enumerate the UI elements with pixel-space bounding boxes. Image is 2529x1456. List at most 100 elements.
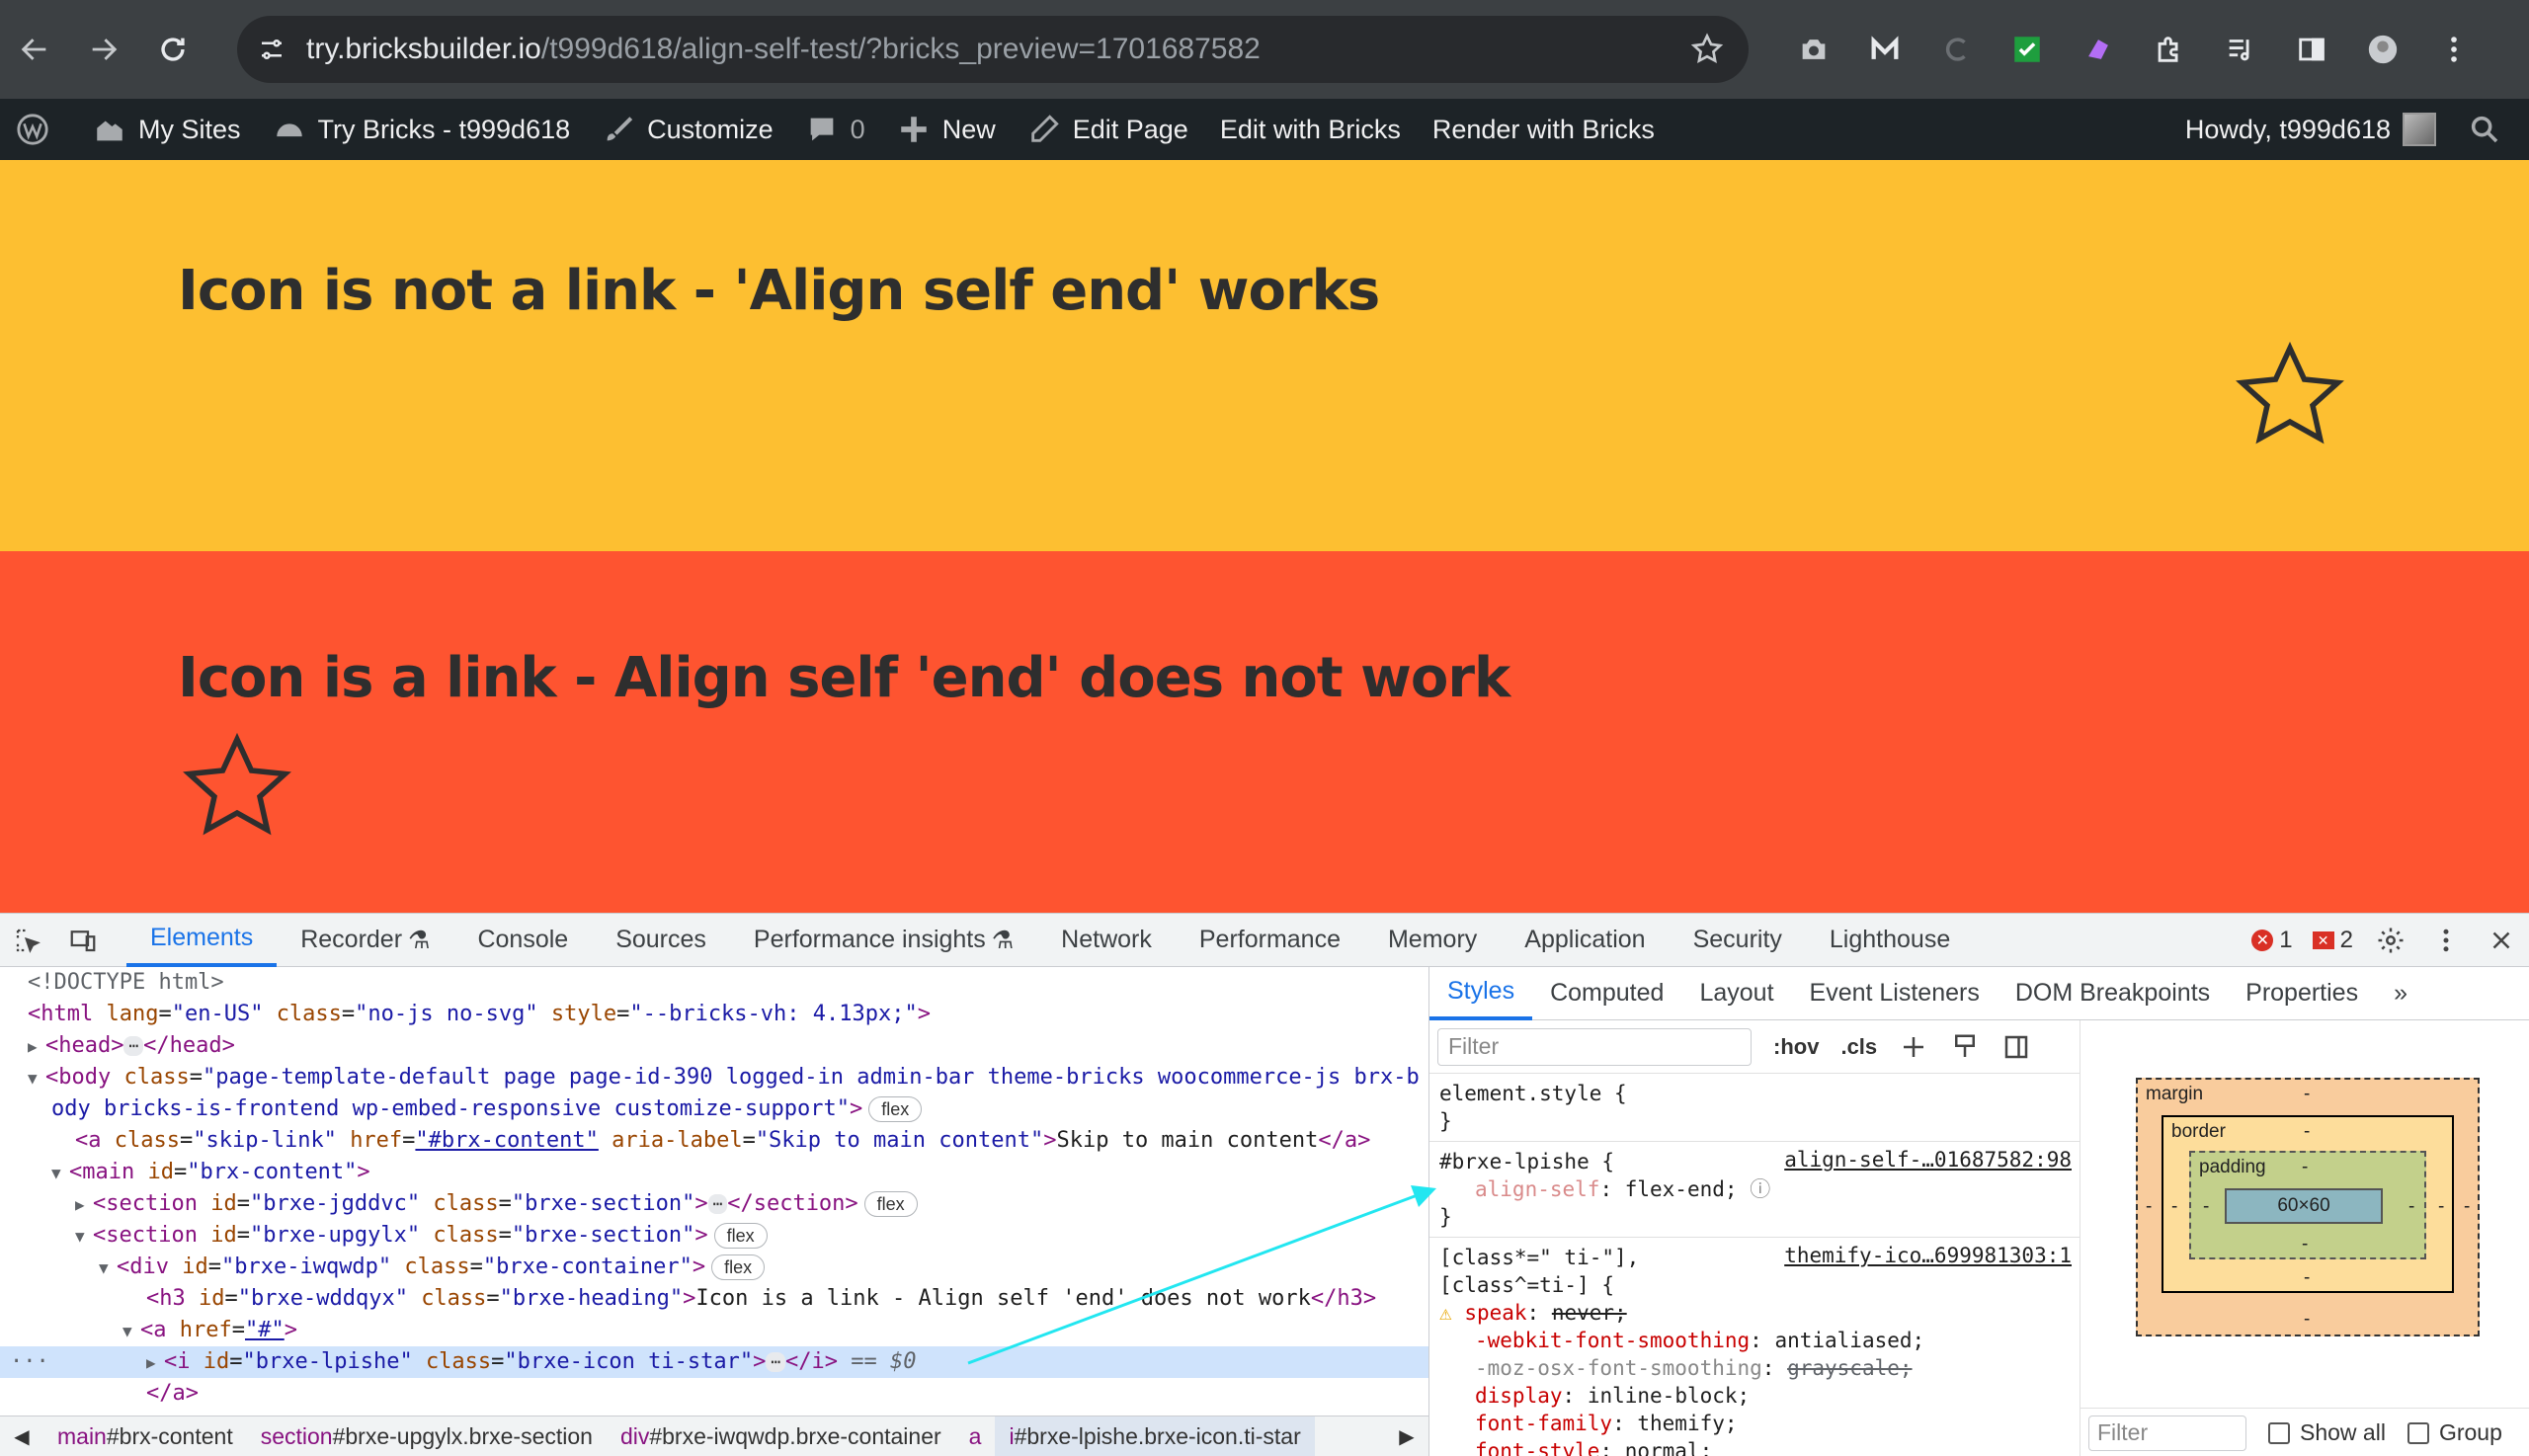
decl-font-family[interactable]: font-family: themify; <box>1439 1410 2070 1437</box>
tab-styles[interactable]: Styles <box>1429 967 1533 1020</box>
flex-badge[interactable]: flex <box>863 1191 918 1217</box>
decl-speak[interactable]: ⚠ speak: never; <box>1439 1299 2070 1327</box>
box-model-border[interactable]: border - - - - padding - - - - 60×60 <box>2162 1115 2454 1293</box>
toggle-sidebar-icon[interactable] <box>2001 1032 2031 1062</box>
rule1-source-link[interactable]: align-self-…01687582:98 <box>1784 1148 2072 1172</box>
device-toolbar-button[interactable] <box>55 914 111 967</box>
add-rule-icon[interactable] <box>1899 1032 1928 1062</box>
more-tabs-chevron-icon[interactable]: » <box>2376 967 2425 1020</box>
expand-triangle-icon[interactable]: ▶ <box>28 1031 45 1063</box>
tab-elements[interactable]: Elements <box>126 914 278 967</box>
tab-properties[interactable]: Properties <box>2228 967 2376 1020</box>
decl-font-style[interactable]: font-style: normal; <box>1439 1437 2070 1456</box>
profile-avatar-icon[interactable] <box>2347 0 2418 99</box>
tab-dom-breakpoints[interactable]: DOM Breakpoints <box>1998 967 2228 1020</box>
site-name-button[interactable]: Try Bricks - t999d618 <box>257 99 587 160</box>
edit-page-button[interactable]: Edit Page <box>1012 99 1204 160</box>
hov-toggle[interactable]: :hov <box>1773 1034 1819 1060</box>
computed-filter-input[interactable]: Filter <box>2088 1415 2246 1451</box>
forward-button[interactable] <box>69 0 138 99</box>
breadcrumb-div[interactable]: div #brxe-iwqwdp.brxe-container <box>607 1416 955 1456</box>
chrome-menu-icon[interactable] <box>2418 0 2489 99</box>
inspect-element-button[interactable] <box>0 914 55 967</box>
rule2-selector-b[interactable]: [class^=ti-] { <box>1439 1271 2070 1299</box>
dom-body-cont[interactable]: ody bricks-is-frontend wp-embed-responsi… <box>0 1093 923 1125</box>
collapse-triangle-icon[interactable]: ▼ <box>51 1158 69 1189</box>
dom-anchor[interactable]: ▼ <a href="#"> <box>0 1315 297 1346</box>
dom-h3[interactable]: <h3 id="brxe-wddqyx" class="brxe-heading… <box>0 1283 1376 1315</box>
rule2-source-link[interactable]: themify-ico…699981303:1 <box>1784 1244 2072 1267</box>
dom-anchor-close[interactable]: </a> <box>0 1378 199 1410</box>
expand-triangle-icon[interactable]: ▶ <box>75 1189 93 1221</box>
dom-head[interactable]: ▶ <head> ⋯ </head> <box>0 1030 235 1062</box>
tab-memory[interactable]: Memory <box>1364 914 1501 967</box>
collapse-triangle-icon[interactable]: ▼ <box>122 1316 140 1347</box>
address-bar[interactable]: try.bricksbuilder.io/t999d618/align-self… <box>237 16 1749 83</box>
edit-with-bricks-button[interactable]: Edit with Bricks <box>1204 99 1417 160</box>
dom-body[interactable]: ▼ <body class="page-template-default page… <box>0 1062 1420 1093</box>
dom-html[interactable]: <html lang="en-US" class="no-js no-svg" … <box>0 999 931 1030</box>
error-count-badge[interactable]: ✕ 1 <box>2242 927 2302 954</box>
tab-console[interactable]: Console <box>453 914 592 967</box>
collapsed-ellipsis[interactable]: ⋯ <box>123 1036 144 1056</box>
comments-button[interactable]: 0 <box>789 99 881 160</box>
tab-computed[interactable]: Computed <box>1532 967 1681 1020</box>
dom-section-2[interactable]: ▼ <section id="brxe-upgylx" class="brxe-s… <box>0 1220 768 1252</box>
collapsed-ellipsis[interactable]: ⋯ <box>707 1194 728 1214</box>
flex-badge[interactable]: flex <box>868 1096 923 1122</box>
flex-badge[interactable]: flex <box>713 1223 768 1249</box>
back-button[interactable] <box>0 0 69 99</box>
tab-sources[interactable]: Sources <box>592 914 730 967</box>
group-checkbox[interactable] <box>2407 1421 2429 1444</box>
checkmark-extension-icon[interactable] <box>1992 0 2063 99</box>
dom-main[interactable]: ▼ <main id="brx-content"> <box>0 1157 370 1188</box>
breadcrumb-a[interactable]: a <box>955 1416 996 1456</box>
collapsed-ellipsis[interactable]: ⋯ <box>766 1352 785 1372</box>
dom-doctype[interactable]: <!DOCTYPE html> <box>0 967 224 999</box>
paint-brush-icon[interactable] <box>1950 1032 1980 1062</box>
box-model-content[interactable]: 60×60 <box>2225 1188 2383 1224</box>
my-sites-button[interactable]: My Sites <box>77 99 257 160</box>
camera-extension-icon[interactable] <box>1778 0 1849 99</box>
dom-container-div[interactable]: ▼ <div id="brxe-iwqwdp" class="brxe-conta… <box>0 1252 766 1284</box>
devtools-settings-button[interactable] <box>2363 914 2418 967</box>
expand-triangle-icon[interactable]: ▶ <box>146 1347 164 1379</box>
tab-network[interactable]: Network <box>1037 914 1176 967</box>
breadcrumb-i[interactable]: i #brxe-lpishe.brxe-icon.ti-star <box>995 1416 1315 1456</box>
decl-moz-smoothing[interactable]: -moz-osx-font-smoothing: grayscale; <box>1439 1354 2070 1382</box>
element-style-selector[interactable]: element.style { <box>1439 1080 2070 1107</box>
purple-extension-icon[interactable] <box>2063 0 2134 99</box>
flex-badge[interactable]: flex <box>711 1254 766 1280</box>
devtools-close-button[interactable] <box>2474 914 2529 967</box>
collapse-triangle-icon[interactable]: ▼ <box>99 1253 117 1284</box>
tab-security[interactable]: Security <box>1670 914 1806 967</box>
cls-toggle[interactable]: .cls <box>1840 1034 1877 1060</box>
grammar-extension-icon[interactable] <box>1920 0 1992 99</box>
tab-performance-insights[interactable]: Performance insights ⚗ <box>730 914 1037 967</box>
breadcrumb-section[interactable]: section #brxe-upgylx.brxe-section <box>247 1416 607 1456</box>
decl-display[interactable]: display: inline-block; <box>1439 1382 2070 1410</box>
side-panel-icon[interactable] <box>2276 0 2347 99</box>
site-settings-icon[interactable] <box>237 35 306 64</box>
admin-search-button[interactable] <box>2452 99 2529 160</box>
devtools-more-button[interactable] <box>2418 914 2474 967</box>
tab-lighthouse[interactable]: Lighthouse <box>1806 914 1974 967</box>
tab-application[interactable]: Application <box>1501 914 1669 967</box>
tab-performance[interactable]: Performance <box>1176 914 1364 967</box>
collapse-triangle-icon[interactable]: ▼ <box>75 1221 93 1253</box>
tab-event-listeners[interactable]: Event Listeners <box>1792 967 1998 1020</box>
m-extension-icon[interactable] <box>1849 0 1920 99</box>
decl-webkit-smoothing[interactable]: -webkit-font-smoothing: antialiased; <box>1439 1327 2070 1354</box>
skip-link-href[interactable]: "#brx-content" <box>415 1128 598 1153</box>
styles-filter-input[interactable]: Filter <box>1437 1027 1752 1066</box>
tab-layout[interactable]: Layout <box>1681 967 1791 1020</box>
row-menu-dots[interactable]: ··· <box>10 1346 146 1378</box>
dom-section-1[interactable]: ▶ <section id="brxe-jgddvc" class="brxe-s… <box>0 1188 918 1220</box>
account-menu-button[interactable]: Howdy, t999d618 <box>2169 99 2452 160</box>
box-model-margin[interactable]: margin - - - - border - - - - padding - … <box>2136 1078 2480 1336</box>
puzzle-extensions-icon[interactable] <box>2134 0 2205 99</box>
customize-button[interactable]: Customize <box>586 99 789 160</box>
tab-recorder[interactable]: Recorder ⚗ <box>277 914 453 967</box>
collapse-triangle-icon[interactable]: ▼ <box>28 1063 45 1094</box>
bookmark-star-icon[interactable] <box>1689 32 1725 72</box>
